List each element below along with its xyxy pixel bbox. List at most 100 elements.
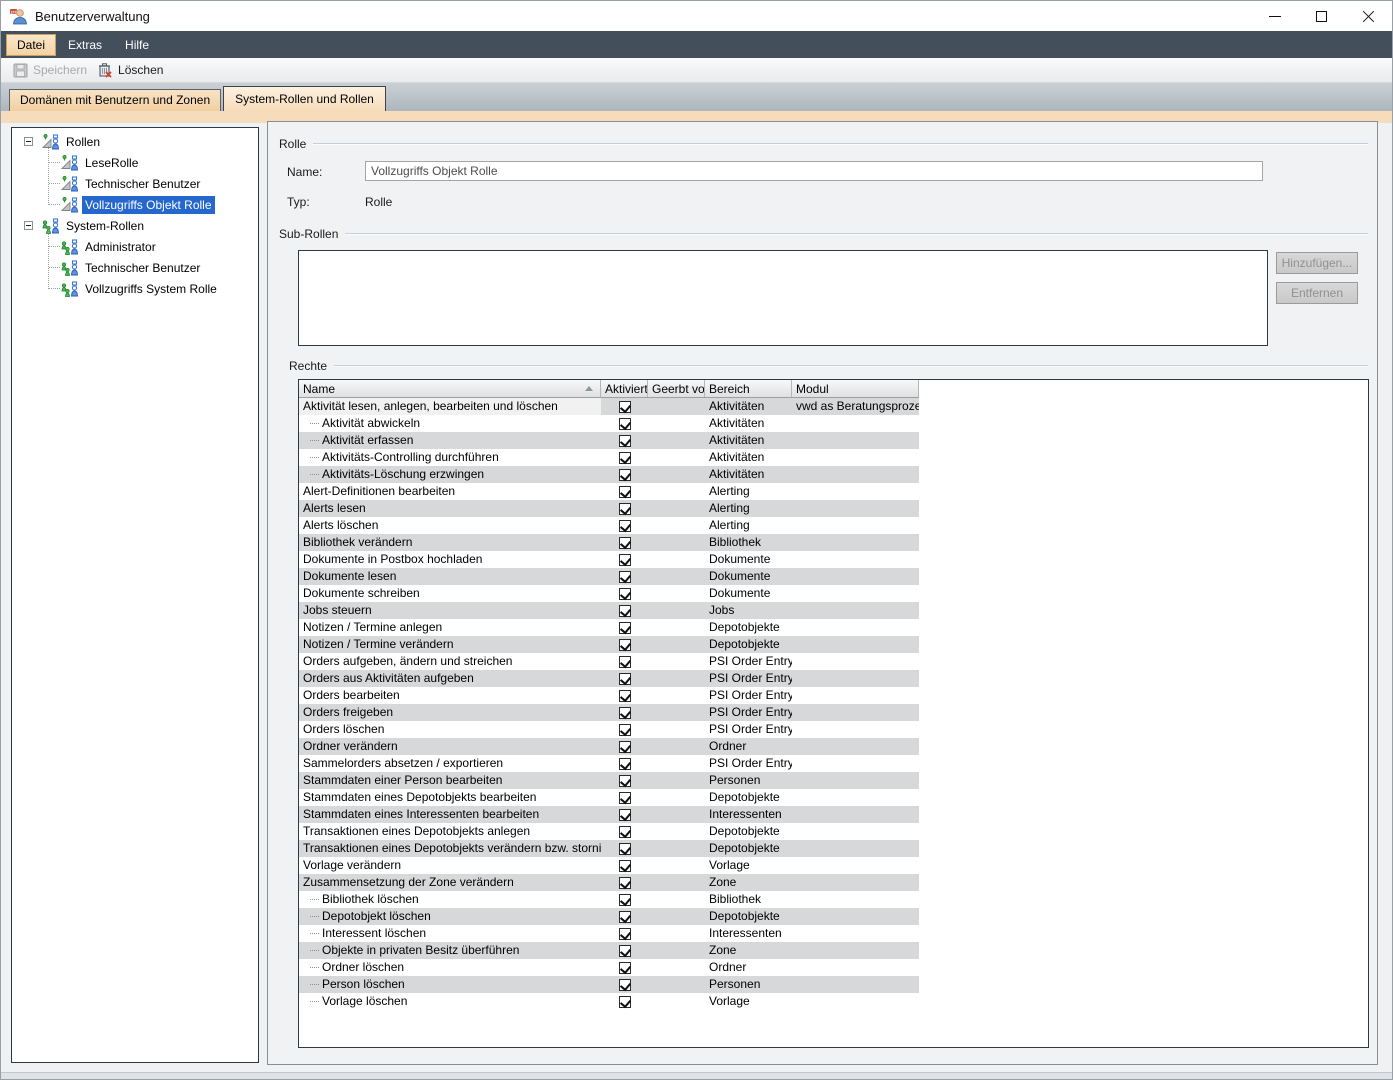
checked-checkbox[interactable] <box>619 877 631 889</box>
checked-checkbox[interactable] <box>619 571 631 583</box>
tab-domaenen[interactable]: Domänen mit Benutzern und Zonen <box>9 89 221 111</box>
checked-checkbox[interactable] <box>619 673 631 685</box>
save-button[interactable]: Speichern <box>8 61 92 80</box>
table-row[interactable]: Person löschenPersonen <box>299 976 919 993</box>
table-row[interactable]: Aktivität lesen, anlegen, bearbeiten und… <box>299 398 919 415</box>
table-row[interactable]: Dokumente lesenDokumente <box>299 568 919 585</box>
add-subrole-button[interactable]: Hinzufügen... <box>1276 252 1358 274</box>
checked-checkbox[interactable] <box>619 707 631 719</box>
table-row[interactable]: Orders freigebenPSI Order Entry <box>299 704 919 721</box>
maximize-button[interactable] <box>1298 1 1345 31</box>
table-row[interactable]: Notizen / Termine anlegenDepotobjekte <box>299 619 919 636</box>
checked-checkbox[interactable] <box>619 775 631 787</box>
checked-checkbox[interactable] <box>619 979 631 991</box>
checked-checkbox[interactable] <box>619 520 631 532</box>
table-row[interactable]: Aktivitäts-Controlling durchführenAktivi… <box>299 449 919 466</box>
tree-item-vollzugriffs-system-rolle[interactable]: Vollzugriffs System Rolle <box>12 278 258 299</box>
remove-subrole-button[interactable]: Entfernen <box>1276 282 1358 304</box>
table-row[interactable]: Bibliothek verändernBibliothek <box>299 534 919 551</box>
table-row[interactable]: Sammelorders absetzen / exportierenPSI O… <box>299 755 919 772</box>
minimize-button[interactable] <box>1251 1 1298 31</box>
table-row[interactable]: Notizen / Termine verändernDepotobjekte <box>299 636 919 653</box>
table-row[interactable]: Aktivität abwickelnAktivitäten <box>299 415 919 432</box>
checked-checkbox[interactable] <box>619 503 631 515</box>
checked-checkbox[interactable] <box>619 452 631 464</box>
checked-checkbox[interactable] <box>619 469 631 481</box>
checked-checkbox[interactable] <box>619 622 631 634</box>
tree-item-leserolle[interactable]: LeseRolle <box>12 152 258 173</box>
column-header-aktiviert[interactable]: Aktiviert <box>601 380 648 397</box>
table-row[interactable]: Orders aus Aktivitäten aufgebenPSI Order… <box>299 670 919 687</box>
tree-collapse-icon[interactable] <box>24 221 33 230</box>
column-header-bereich[interactable]: Bereich <box>705 380 792 397</box>
table-row[interactable]: Dokumente schreibenDokumente <box>299 585 919 602</box>
table-row[interactable]: Orders löschenPSI Order Entry <box>299 721 919 738</box>
checked-checkbox[interactable] <box>619 843 631 855</box>
tab-system-rollen[interactable]: System-Rollen und Rollen <box>223 86 386 111</box>
table-row[interactable]: Vorlage löschenVorlage <box>299 993 919 1010</box>
checked-checkbox[interactable] <box>619 860 631 872</box>
column-header-name[interactable]: Name <box>299 380 601 397</box>
table-row[interactable]: Alerts löschenAlerting <box>299 517 919 534</box>
table-row[interactable]: Interessent löschenInteressenten <box>299 925 919 942</box>
checked-checkbox[interactable] <box>619 537 631 549</box>
table-row[interactable]: Jobs steuernJobs <box>299 602 919 619</box>
table-row[interactable]: Vorlage verändernVorlage <box>299 857 919 874</box>
table-row[interactable]: Stammdaten einer Person bearbeitenPerson… <box>299 772 919 789</box>
checked-checkbox[interactable] <box>619 996 631 1008</box>
close-button[interactable] <box>1345 1 1392 31</box>
checked-checkbox[interactable] <box>619 962 631 974</box>
delete-button[interactable]: Löschen <box>92 60 168 80</box>
menu-datei[interactable]: Datei <box>6 34 56 56</box>
table-row[interactable]: Orders bearbeitenPSI Order Entry <box>299 687 919 704</box>
table-row[interactable]: Orders aufgeben, ändern und streichenPSI… <box>299 653 919 670</box>
tree-item-technischer-benutzer[interactable]: Technischer Benutzer <box>12 257 258 278</box>
checked-checkbox[interactable] <box>619 792 631 804</box>
checked-checkbox[interactable] <box>619 588 631 600</box>
tree-item-technischer-benutzer[interactable]: Technischer Benutzer <box>12 173 258 194</box>
table-row[interactable]: Alert-Definitionen bearbeitenAlerting <box>299 483 919 500</box>
table-row[interactable]: Depotobjekt löschenDepotobjekte <box>299 908 919 925</box>
checked-checkbox[interactable] <box>619 911 631 923</box>
table-row[interactable]: Transaktionen eines Depotobjekts anlegen… <box>299 823 919 840</box>
checked-checkbox[interactable] <box>619 418 631 430</box>
checked-checkbox[interactable] <box>619 758 631 770</box>
role-name-input[interactable] <box>365 161 1263 181</box>
checked-checkbox[interactable] <box>619 826 631 838</box>
checked-checkbox[interactable] <box>619 554 631 566</box>
checked-checkbox[interactable] <box>619 401 631 413</box>
table-row[interactable]: Stammdaten eines Depotobjekts bearbeiten… <box>299 789 919 806</box>
menu-hilfe[interactable]: Hilfe <box>114 34 160 56</box>
table-row[interactable]: Alerts lesenAlerting <box>299 500 919 517</box>
checked-checkbox[interactable] <box>619 486 631 498</box>
checked-checkbox[interactable] <box>619 605 631 617</box>
table-row[interactable]: Dokumente in Postbox hochladenDokumente <box>299 551 919 568</box>
table-row[interactable]: Zusammensetzung der Zone verändernZone <box>299 874 919 891</box>
column-header-modul[interactable]: Modul <box>792 380 919 397</box>
checked-checkbox[interactable] <box>619 809 631 821</box>
checked-checkbox[interactable] <box>619 639 631 651</box>
checked-checkbox[interactable] <box>619 945 631 957</box>
table-row[interactable]: Stammdaten eines Interessenten bearbeite… <box>299 806 919 823</box>
checked-checkbox[interactable] <box>619 724 631 736</box>
checked-checkbox[interactable] <box>619 656 631 668</box>
table-row[interactable]: Bibliothek löschenBibliothek <box>299 891 919 908</box>
table-row[interactable]: Aktivitäts-Löschung erzwingenAktivitäten <box>299 466 919 483</box>
table-row[interactable]: Transaktionen eines Depotobjekts verände… <box>299 840 919 857</box>
checked-checkbox[interactable] <box>619 690 631 702</box>
checked-checkbox[interactable] <box>619 928 631 940</box>
table-row[interactable]: Ordner verändernOrdner <box>299 738 919 755</box>
table-row[interactable]: Ordner löschenOrdner <box>299 959 919 976</box>
tree-collapse-icon[interactable] <box>24 137 33 146</box>
checked-checkbox[interactable] <box>619 435 631 447</box>
column-header-geerbt-von[interactable]: Geerbt von <box>648 380 705 397</box>
table-row[interactable]: Objekte in privaten Besitz überführenZon… <box>299 942 919 959</box>
table-row[interactable]: Aktivität erfassenAktivitäten <box>299 432 919 449</box>
tree-item-vollzugriffs-objekt-rolle[interactable]: Vollzugriffs Objekt Rolle <box>12 194 258 215</box>
tree-item-administrator[interactable]: Administrator <box>12 236 258 257</box>
checked-checkbox[interactable] <box>619 894 631 906</box>
app-icon: pm <box>9 7 29 25</box>
subroles-listbox[interactable] <box>298 250 1268 346</box>
checked-checkbox[interactable] <box>619 741 631 753</box>
menu-extras[interactable]: Extras <box>57 34 113 56</box>
